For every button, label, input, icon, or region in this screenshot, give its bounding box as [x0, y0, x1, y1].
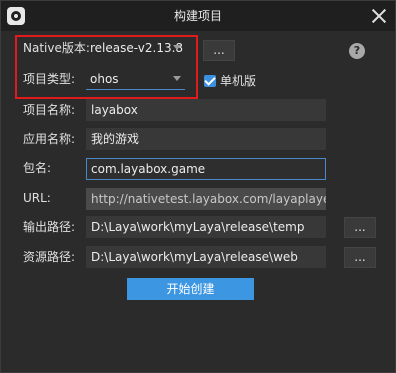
- url-label: URL:: [23, 191, 51, 205]
- resource-path-browse-button[interactable]: ...: [344, 247, 376, 268]
- app-name-label: 应用名称:: [23, 132, 76, 146]
- build-project-dialog: 构建项目 Native版本: release-v2.13.8 ... ? 项目类…: [0, 0, 396, 373]
- native-version-select[interactable]: release-v2.13.8: [86, 37, 185, 59]
- app-name-input[interactable]: 我的游戏: [86, 128, 326, 150]
- project-name-input[interactable]: layabox: [86, 99, 326, 121]
- project-name-label: 项目名称:: [23, 103, 76, 117]
- start-create-button[interactable]: 开始创建: [127, 278, 254, 300]
- title-bar: 构建项目: [1, 1, 395, 31]
- dialog-title: 构建项目: [173, 9, 222, 23]
- resource-path-label: 资源路径:: [23, 250, 76, 264]
- project-type-label: 项目类型:: [23, 72, 76, 86]
- help-icon[interactable]: ?: [349, 43, 365, 59]
- standalone-checkbox-label[interactable]: 单机版: [220, 71, 256, 91]
- package-name-label: 包名:: [23, 161, 52, 175]
- url-input[interactable]: http://nativetest.layabox.com/layaplayer…: [86, 188, 326, 210]
- resource-path-input[interactable]: D:\Laya\work\myLaya\release\web: [86, 246, 326, 268]
- native-version-value: release-v2.13.8: [90, 41, 184, 55]
- close-icon[interactable]: [369, 6, 389, 26]
- package-name-input[interactable]: com.layabox.game: [86, 158, 326, 180]
- output-path-input[interactable]: D:\Laya\work\myLaya\release\temp: [86, 216, 326, 238]
- standalone-checkbox[interactable]: [204, 75, 216, 87]
- chevron-down-icon: [173, 76, 181, 81]
- project-type-value: ohos: [90, 72, 119, 86]
- output-path-browse-button[interactable]: ...: [344, 217, 376, 238]
- native-version-label: Native版本:: [23, 41, 90, 55]
- chevron-down-icon: [173, 45, 181, 50]
- native-version-browse-button[interactable]: ...: [203, 40, 235, 61]
- project-type-select[interactable]: ohos: [86, 68, 185, 90]
- output-path-label: 输出路径:: [23, 220, 76, 234]
- dialog-body: Native版本: release-v2.13.8 ... ? 项目类型: oh…: [1, 31, 395, 372]
